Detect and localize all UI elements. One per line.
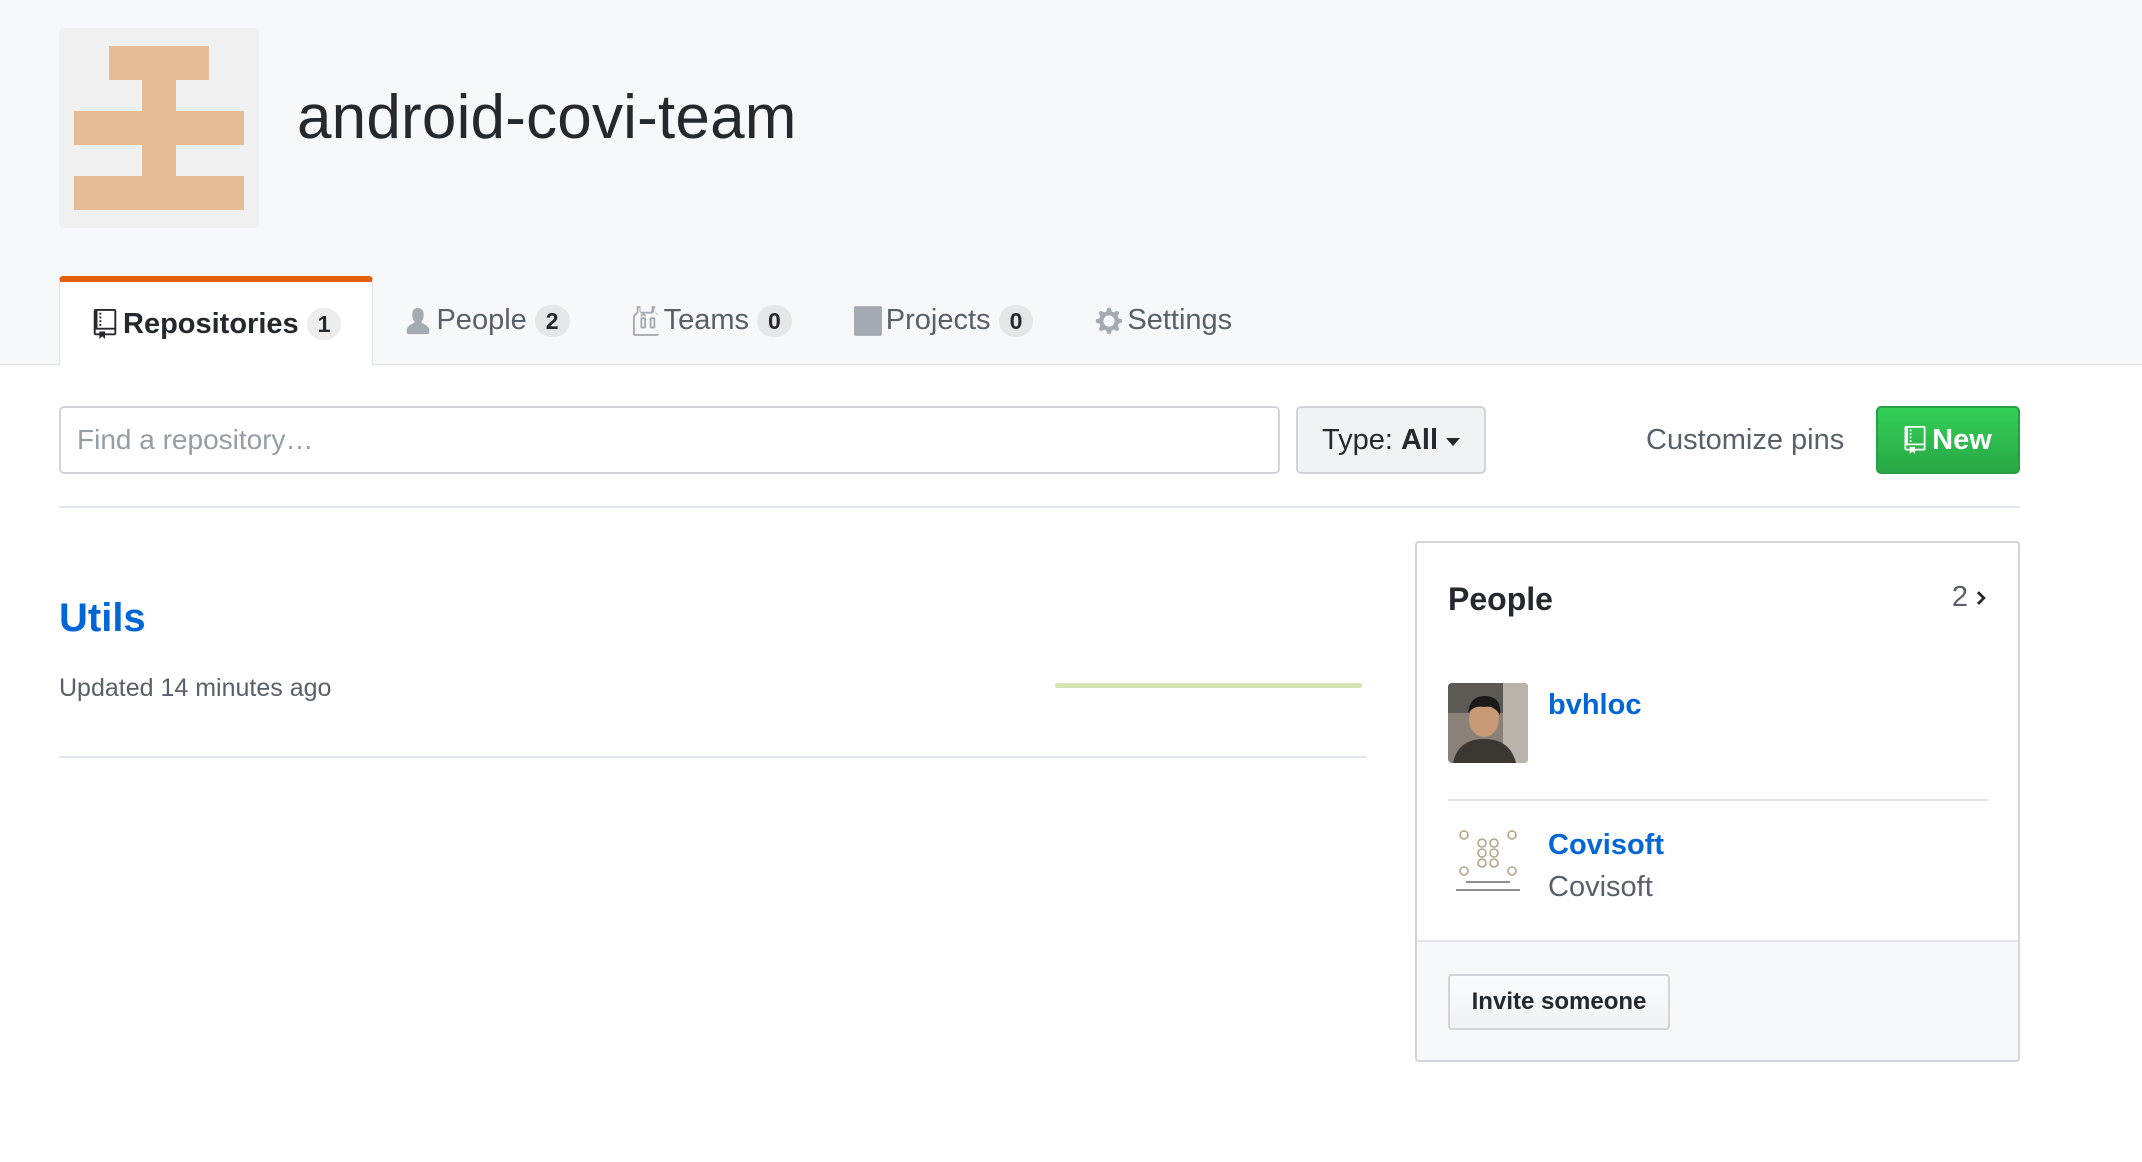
gear-icon [1095, 305, 1123, 337]
caret-down-icon [1446, 437, 1460, 446]
member-item: bvhloc [1448, 683, 1988, 801]
repo-name-link[interactable]: Utils [59, 596, 146, 641]
type-filter-dropdown[interactable]: Type: All [1296, 406, 1486, 474]
tab-label: Teams [663, 304, 749, 336]
new-repo-button[interactable]: New [1876, 406, 2020, 474]
person-icon [404, 305, 432, 337]
identicon-icon [74, 46, 244, 210]
customize-pins-link[interactable]: Customize pins [1646, 424, 1844, 457]
repo-updated-time: Updated 14 minutes ago [59, 674, 332, 702]
jersey-icon [632, 305, 660, 337]
activity-sparkline [1055, 683, 1362, 688]
people-footer: Invite someone [1417, 940, 2018, 1060]
tab-teams[interactable]: Teams 0 [601, 276, 823, 365]
repo-icon [1904, 426, 1926, 454]
member-fullname: Covisoft [1548, 871, 1653, 903]
avatar[interactable] [1448, 823, 1528, 903]
member-item: Covisoft Covisoft [1448, 823, 1988, 923]
tab-repositories[interactable]: Repositories 1 [59, 276, 374, 366]
type-filter-label: Type: [1322, 423, 1393, 456]
member-login[interactable]: Covisoft [1548, 829, 1664, 862]
org-header: android-covi-team Repositories 1 People … [0, 0, 2142, 366]
repo-search-input[interactable] [59, 406, 1280, 474]
repo-list-item: Utils Updated 14 minutes ago [59, 544, 1366, 758]
people-title: People [1448, 581, 1553, 617]
divider [59, 506, 2020, 508]
tab-counter: 1 [306, 308, 342, 340]
people-count-link[interactable]: 2 [1952, 581, 1988, 614]
tab-projects[interactable]: Projects 0 [823, 276, 1065, 365]
tab-label: Settings [1127, 304, 1233, 336]
tab-counter: 2 [534, 304, 570, 337]
people-sidebar: People 2 bvhloc Covisoft Covisoft Invite… [1415, 541, 2020, 1062]
people-count: 2 [1951, 581, 1968, 613]
new-button-label: New [1932, 423, 1992, 456]
tab-label: Repositories [123, 307, 299, 340]
tab-label: Projects [885, 304, 991, 336]
tab-settings[interactable]: Settings [1064, 276, 1263, 365]
tab-people[interactable]: People 2 [373, 276, 600, 365]
project-icon [853, 305, 882, 337]
chevron-right-icon [1976, 590, 1986, 605]
org-tabs: Repositories 1 People 2 Teams 0 Projects… [59, 276, 1263, 366]
user-photo-icon [1448, 683, 1528, 763]
org-name: android-covi-team [297, 83, 797, 152]
tab-label: People [436, 304, 527, 336]
avatar[interactable] [1448, 683, 1528, 763]
invite-someone-button[interactable]: Invite someone [1448, 974, 1670, 1030]
type-filter-value: All [1400, 423, 1438, 456]
tab-counter: 0 [757, 304, 792, 337]
covisoft-logo-icon [1448, 823, 1528, 903]
org-avatar[interactable] [59, 28, 259, 228]
repo-icon [91, 308, 119, 340]
member-login[interactable]: bvhloc [1548, 689, 1641, 722]
tab-counter: 0 [998, 304, 1034, 337]
